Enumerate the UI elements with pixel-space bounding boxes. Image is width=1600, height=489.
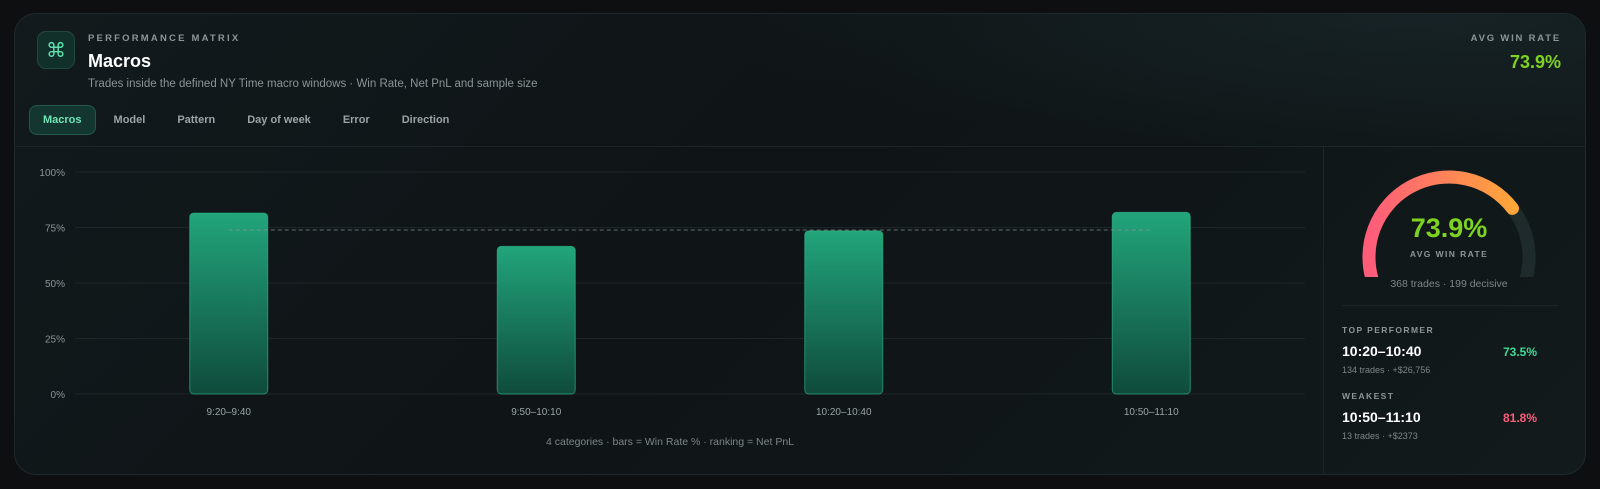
weakest-meta: 13 trades · +$2373 [1342,431,1418,441]
category-tabs: Macros Model Pattern Day of week Error D… [29,105,467,135]
weakest-name: 10:50–11:10 [1342,409,1421,425]
command-icon: ⌘ [37,31,75,69]
chart-bar [189,212,269,395]
card-glow [685,14,1585,154]
chart-footnote: 4 categories · bars = Win Rate % · ranki… [545,436,795,448]
win-rate-bar-chart: 100% 75% 50% 25% 0% 9:20–9:40 9:50–10:10 10:20–… [39,168,1305,418]
x-tick-label: 9:20–9:40 [207,407,252,418]
tab-direction[interactable]: Direction [388,105,464,135]
performance-matrix-card: ⌘ PERFORMANCE MATRIX Macros Trades insid… [14,13,1586,475]
top-performer-name: 10:20–10:40 [1342,343,1422,359]
top-performer-label: TOP PERFORMER [1342,325,1435,335]
tab-pattern[interactable]: Pattern [163,105,229,135]
tab-model[interactable]: Model [100,105,160,135]
gauge-value: 73.9% [1410,213,1488,243]
y-tick-label: 50% [45,279,65,290]
y-tick-label: 100% [39,168,65,179]
gauge-label: AVG WIN RATE [1409,249,1489,259]
chart-bar [496,245,576,395]
summary-divider [1342,305,1558,306]
page-title: Macros [88,51,152,71]
summary-panel: 73.9% AVG WIN RATE 368 trades · 199 deci… [1324,147,1585,474]
weakest-label: WEAKEST [1342,391,1395,401]
x-tick-label: 10:20–10:40 [816,407,872,418]
chart-bar [1111,211,1191,395]
y-tick-label: 75% [45,224,65,235]
weakest-pct: 81.8% [1502,411,1537,425]
chart-bar [804,230,884,395]
tab-error[interactable]: Error [329,105,384,135]
x-tick-label: 10:50–11:10 [1124,407,1179,418]
y-tick-label: 25% [45,335,65,346]
avg-win-rate-label: AVG WIN RATE [1470,33,1561,44]
y-tick-label: 0% [51,390,66,401]
x-tick-label: 9:50–10:10 [511,407,561,418]
eyebrow-label: PERFORMANCE MATRIX [88,33,241,44]
top-performer-pct: 73.5% [1502,345,1537,359]
tab-macros[interactable]: Macros [29,105,96,135]
page-subtitle: Trades inside the defined NY Time macro … [88,78,538,90]
gauge-trade-count: 368 trades · 199 decisive [1390,278,1508,290]
avg-win-rate-value: 73.9% [1509,52,1561,72]
tab-day-of-week[interactable]: Day of week [233,105,325,135]
top-performer-meta: 134 trades · +$26,756 [1342,365,1431,375]
